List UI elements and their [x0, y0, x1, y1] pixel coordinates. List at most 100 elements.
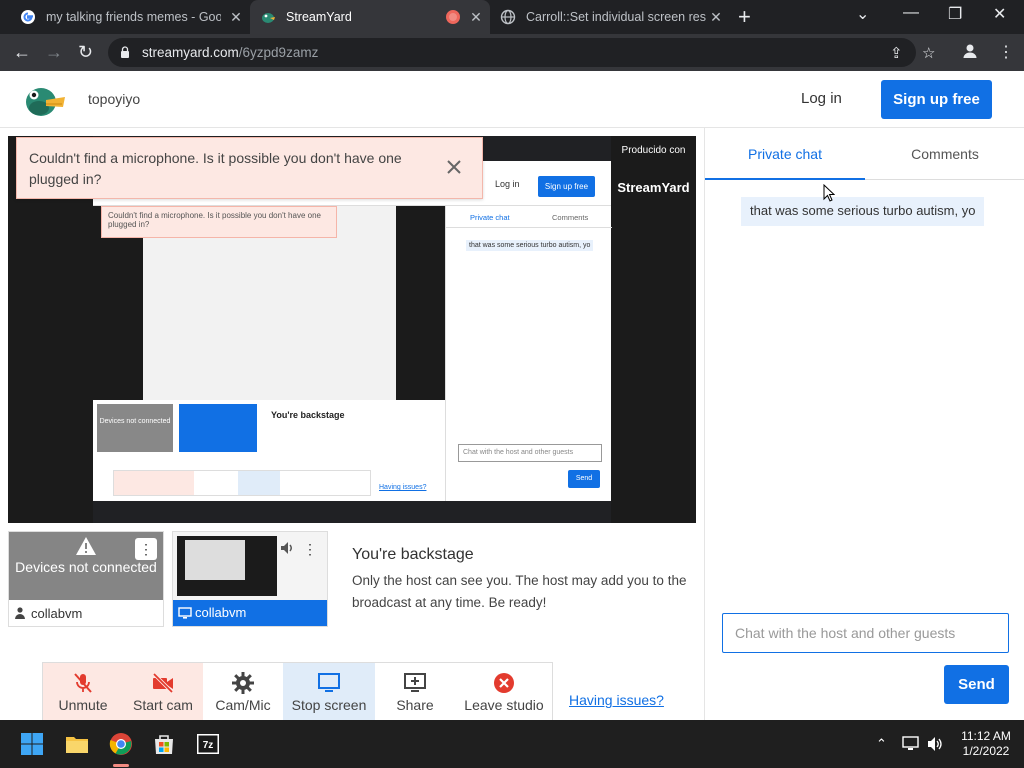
start-cam-label: Start cam — [133, 697, 193, 713]
participant-tile-screen[interactable]: ⋮ collabvm — [172, 531, 328, 627]
tab-title: my talking friends memes - Goog — [46, 10, 221, 24]
tile-footer: collabvm — [9, 600, 163, 626]
profile-icon[interactable] — [962, 43, 978, 59]
leave-studio-label: Leave studio — [464, 697, 544, 713]
share-page-icon[interactable]: ⇪ — [890, 44, 903, 62]
clock-date: 1/2/2022 — [962, 744, 1010, 758]
monitor-icon — [318, 673, 340, 692]
active-app-indicator — [113, 764, 129, 767]
browser-tab-carroll[interactable]: Carroll::Set individual screen reso ✕ — [490, 0, 730, 34]
unmute-button[interactable]: Unmute — [43, 663, 123, 721]
forward-icon[interactable]: → — [45, 42, 63, 62]
tab-search-icon[interactable]: ⌄ — [856, 4, 869, 24]
captured-send-button: Send — [568, 470, 600, 488]
tab-title: StreamYard — [286, 10, 352, 24]
participant-name: collabvm — [31, 606, 83, 621]
captured-having-issues: Having issues? — [379, 484, 427, 491]
captured-chat-message: that was some serious turbo autism, yo — [466, 240, 594, 251]
start-cam-button[interactable]: Start cam — [123, 663, 203, 721]
tab-private-chat[interactable]: Private chat — [705, 128, 865, 180]
streamyard-logo-icon[interactable] — [22, 80, 66, 118]
mouse-cursor-icon — [823, 184, 835, 202]
stop-screen-label: Stop screen — [291, 697, 367, 713]
reload-icon[interactable]: ↻ — [78, 42, 93, 62]
watermark-line2: StreamYard — [617, 180, 690, 195]
microphone-error-toast: Couldn't find a microphone. Is it possib… — [16, 137, 483, 199]
restore-icon[interactable]: ❐ — [948, 4, 962, 24]
send-button[interactable]: Send — [944, 665, 1009, 704]
captured-muted-controls — [114, 471, 194, 495]
speaker-icon[interactable] — [926, 735, 944, 753]
close-tab-icon[interactable]: ✕ — [468, 9, 484, 25]
having-issues-link[interactable]: Having issues? — [569, 692, 664, 708]
tab-title: Carroll::Set individual screen reso — [526, 10, 706, 24]
bookmark-star-icon[interactable]: ☆ — [922, 44, 935, 62]
tile-placeholder: Devices not connected ⋮ — [9, 532, 163, 600]
new-tab-icon[interactable]: + — [738, 6, 751, 28]
chat-message: that was some serious turbo autism, yo — [741, 197, 985, 226]
file-explorer-icon[interactable] — [65, 732, 89, 756]
captured-tile-devices: Devices not connected — [97, 404, 173, 452]
volume-icon[interactable] — [279, 540, 295, 556]
network-icon[interactable] — [902, 735, 920, 753]
url-path: /6yzpd9zamz — [238, 45, 319, 60]
captured-participant-tiles: Devices not connected You're backstage — [97, 404, 437, 456]
watermark-line1: Producido con — [621, 145, 686, 156]
captured-stop-screen — [238, 471, 280, 495]
system-clock[interactable]: 11:12 AM 1/2/2022 — [956, 729, 1016, 759]
address-bar[interactable]: streamyard.com/6yzpd9zamz ⇪ ☆ — [108, 38, 935, 67]
browser-toolbar: ← → ↻ streamyard.com/6yzpd9zamz ⇪ ☆ ⋮ — [0, 34, 1024, 71]
close-icon[interactable] — [445, 158, 463, 176]
chat-input[interactable] — [722, 613, 1009, 653]
tray-overflow-icon[interactable]: ⌃ — [876, 736, 887, 752]
close-tab-icon[interactable]: ✕ — [708, 9, 724, 25]
backstage-title: You're backstage — [352, 546, 474, 563]
close-tab-icon[interactable]: ✕ — [228, 9, 244, 25]
browser-tab-google[interactable]: my talking friends memes - Goog ✕ — [10, 0, 250, 34]
gear-icon — [232, 672, 254, 694]
user-icon — [15, 607, 25, 619]
studio-control-bar: Unmute Start cam Cam/Mic Stop screen Sha… — [42, 662, 553, 721]
mic-off-icon — [74, 673, 92, 693]
toast-message: Couldn't find a microphone. Is it possib… — [29, 150, 402, 187]
captured-control-bar — [113, 470, 371, 496]
windows-taskbar: 7z ⌃ 11:12 AM 1/2/2022 — [0, 720, 1024, 768]
cam-mic-settings-button[interactable]: Cam/Mic — [203, 663, 283, 721]
tile-menu-icon[interactable]: ⋮ — [135, 538, 157, 560]
thumbnail-light — [185, 540, 245, 580]
stop-screen-button[interactable]: Stop screen — [283, 663, 375, 721]
backstage-description: Only the host can see you. The host may … — [352, 573, 687, 610]
backstage-notice: You're backstage Only the host can see y… — [336, 531, 696, 627]
captured-tab-comments: Comments — [552, 213, 589, 222]
browser-tab-streamyard[interactable]: StreamYard ✕ — [250, 0, 490, 34]
signup-button[interactable]: Sign up free — [881, 80, 992, 119]
tab-comments[interactable]: Comments — [865, 128, 1024, 180]
login-link[interactable]: Log in — [801, 90, 842, 107]
captured-tile-screen — [179, 404, 257, 452]
participant-tile-devices[interactable]: Devices not connected ⋮ collabvm — [8, 531, 164, 627]
captured-chat-input: Chat with the host and other guests — [458, 444, 602, 462]
chrome-icon[interactable] — [109, 732, 133, 756]
minimize-icon[interactable]: — — [903, 4, 919, 22]
participant-name: collabvm — [195, 605, 247, 620]
globe-icon — [500, 9, 516, 25]
microsoft-store-icon[interactable] — [152, 732, 176, 756]
7zip-icon[interactable]: 7z — [196, 732, 220, 756]
chat-panel: Private chat Comments that was some seri… — [704, 128, 1024, 720]
captured-backstage: You're backstage — [271, 410, 345, 420]
streamyard-favicon-icon — [262, 13, 275, 23]
browser-menu-icon[interactable]: ⋮ — [998, 42, 1014, 62]
close-window-icon[interactable]: ✕ — [993, 4, 1006, 24]
username: topoyiyo — [88, 91, 141, 107]
leave-studio-button[interactable]: Leave studio — [455, 663, 553, 721]
recording-indicator-icon — [446, 10, 460, 24]
leave-x-icon — [494, 673, 514, 693]
captured-backstage-title: You're backstage — [271, 410, 345, 420]
back-icon[interactable]: ← — [13, 42, 31, 62]
captured-chat-tabs: Private chat Comments — [446, 206, 612, 228]
share-button[interactable]: Share — [375, 663, 455, 721]
browser-tab-strip: my talking friends memes - Goog ✕ Stream… — [0, 0, 1024, 34]
url-text: streamyard.com/6yzpd9zamz — [142, 45, 318, 60]
tile-menu-icon[interactable]: ⋮ — [303, 538, 317, 560]
windows-start-icon[interactable] — [20, 732, 44, 756]
